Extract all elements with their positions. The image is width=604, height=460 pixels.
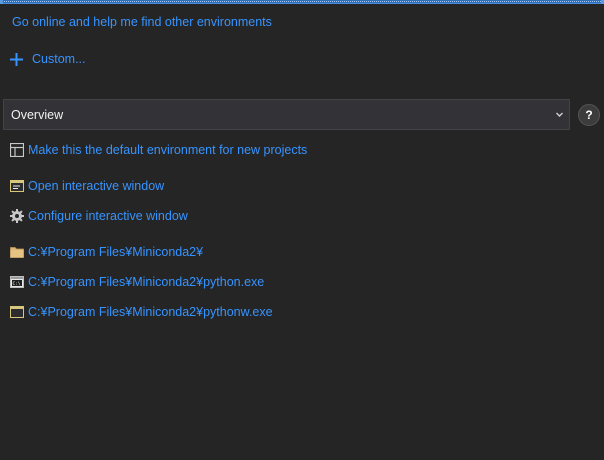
top-corner-left xyxy=(0,0,3,4)
window-icon xyxy=(9,304,24,319)
custom-environment-link[interactable]: Custom... xyxy=(10,52,86,66)
configure-interactive-window-action[interactable]: Configure interactive window xyxy=(9,208,188,223)
configure-interactive-window-label: Configure interactive window xyxy=(28,208,188,223)
python-exe-path: C:¥Program Files¥Miniconda2¥python.exe xyxy=(28,274,265,289)
top-border-dots xyxy=(1,1,603,3)
view-select[interactable]: Overview xyxy=(3,99,570,130)
layout-icon xyxy=(9,142,24,157)
find-environments-link[interactable]: Go online and help me find other environ… xyxy=(12,15,272,29)
console-icon: C:\ xyxy=(9,274,24,289)
open-install-folder-action[interactable]: C:¥Program Files¥Miniconda2¥ xyxy=(9,244,203,259)
help-button[interactable]: ? xyxy=(578,104,600,126)
svg-text:C:\: C:\ xyxy=(12,281,20,287)
plus-icon xyxy=(10,52,23,66)
open-python-exe-action[interactable]: C:\ C:¥Program Files¥Miniconda2¥python.e… xyxy=(9,274,264,289)
open-interactive-window-label: Open interactive window xyxy=(28,178,165,193)
folder-icon xyxy=(9,244,24,259)
open-pythonw-exe-action[interactable]: C:¥Program Files¥Miniconda2¥pythonw.exe xyxy=(9,304,273,319)
gear-icon xyxy=(9,208,24,223)
window-top-border xyxy=(0,0,604,4)
open-interactive-window-action[interactable]: Open interactive window xyxy=(9,178,164,193)
pythonw-exe-path: C:¥Program Files¥Miniconda2¥pythonw.exe xyxy=(28,304,273,319)
install-folder-path: C:¥Program Files¥Miniconda2¥ xyxy=(28,244,204,259)
set-default-environment-label: Make this the default environment for ne… xyxy=(28,142,308,157)
interactive-window-icon xyxy=(9,178,24,193)
set-default-environment-action[interactable]: Make this the default environment for ne… xyxy=(9,142,307,157)
custom-label: Custom... xyxy=(32,52,86,66)
view-select-value: Overview xyxy=(11,107,64,122)
chevron-down-icon xyxy=(556,112,563,117)
